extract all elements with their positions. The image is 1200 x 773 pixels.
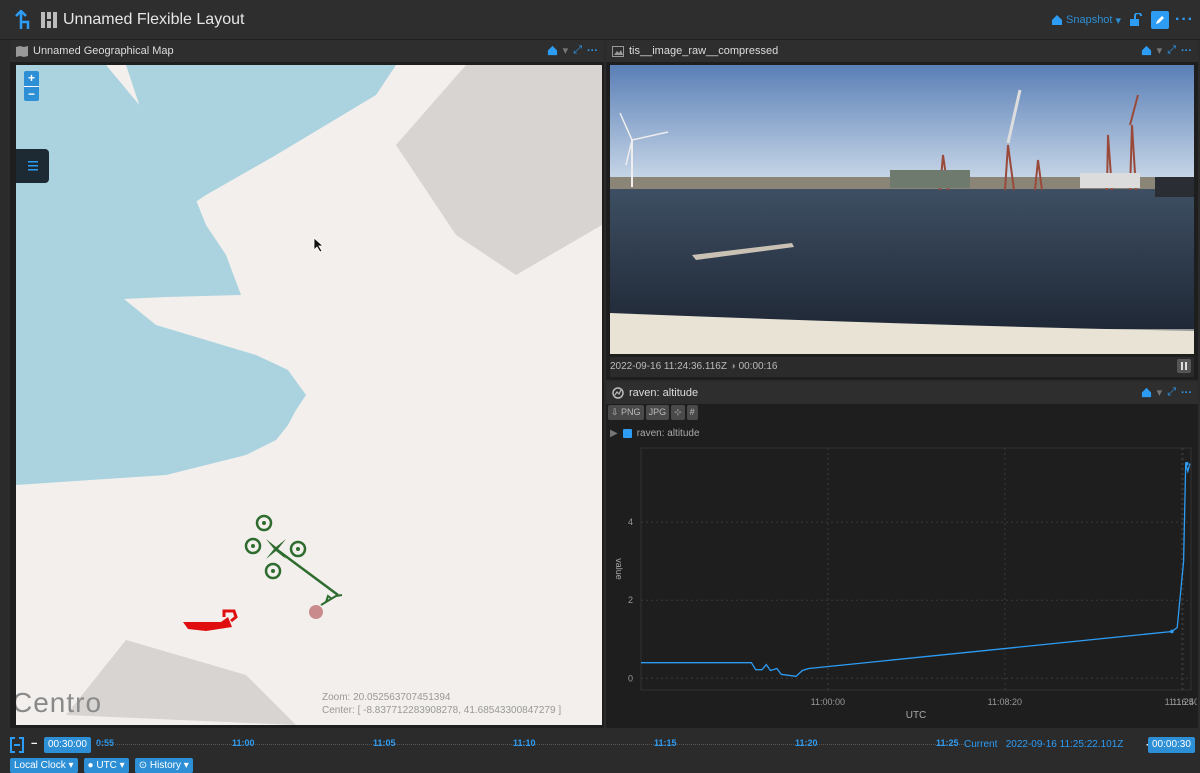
timeline-tick: 11:20 (795, 738, 818, 748)
home-icon (1052, 15, 1062, 25)
crosshair-button[interactable]: ⊹ (671, 405, 685, 420)
plot-panel-title: raven: altitude (629, 387, 699, 399)
edit-button[interactable] (1151, 11, 1170, 29)
cursor-icon (313, 237, 325, 253)
more-icon[interactable]: ··· (1175, 12, 1194, 28)
more-icon[interactable]: ··· (587, 45, 598, 57)
image-icon (612, 45, 624, 57)
image-elapsed: 00:00:16 (738, 361, 778, 372)
map-tiles (16, 65, 602, 725)
more-icon[interactable]: ··· (1181, 45, 1192, 57)
timeline-tick: 11:05 (373, 738, 396, 748)
harbor-photo (610, 65, 1194, 354)
timeline-bar: − 00:30:00 0:55 11:00 11:05 11:10 11:15 … (0, 730, 1200, 773)
expand-icon[interactable]: ⤢ (573, 44, 582, 57)
plot-icon (612, 387, 624, 399)
grid-button[interactable]: # (686, 405, 698, 420)
map-panel-title: Unnamed Geographical Map (33, 45, 174, 57)
expand-icon[interactable]: ⤢ (1167, 386, 1176, 399)
data-point (1170, 629, 1174, 634)
layout-title: Unnamed Flexible Layout (63, 11, 245, 28)
history-button[interactable]: ⊙ History ▾ (134, 758, 193, 773)
expand-arrow-icon[interactable]: ▶ (610, 428, 618, 439)
current-time: Current 2022-09-16 11:25:22.101Z (964, 739, 1123, 750)
timeline-start-tick: 0:55 (96, 738, 115, 748)
unlock-icon (1130, 13, 1143, 26)
altitude-chart[interactable]: 02411:00:00 11:08:20 11:16:4011:25UTCvalue (607, 444, 1197, 724)
current-label: Current (964, 739, 998, 750)
marker-icon (309, 605, 323, 619)
duration-field[interactable]: 00:30:00 (44, 737, 91, 753)
geographical-map[interactable]: + − Centro Zoom: 20.052563707451394 Cent… (16, 65, 602, 725)
map-icon (16, 45, 28, 57)
home-icon[interactable] (547, 45, 558, 56)
chevron-down-icon: ▾ (1115, 14, 1122, 27)
legend-swatch (622, 429, 632, 438)
menu-icon (28, 161, 38, 171)
y-axis-label: value (614, 558, 624, 580)
expand-icon[interactable]: ⤢ (1167, 44, 1176, 57)
camera-image (610, 65, 1194, 354)
current-time-value: 2022-09-16 11:25:22.101Z (1005, 739, 1124, 750)
pause-button[interactable] (1177, 359, 1191, 373)
snapshot-button[interactable]: Snapshot ▾ (1051, 14, 1121, 27)
back-icon[interactable] (14, 10, 30, 30)
image-timestamp: 2022-09-16 11:24:36.116Z ◑ 00:00:16 (610, 361, 778, 372)
image-status-bar: 2022-09-16 11:24:36.116Z ◑ 00:00:16 (610, 357, 1194, 377)
map-panel-header: Unnamed Geographical Map ▾ ⤢ ··· (10, 40, 604, 62)
unlock-button[interactable] (1127, 11, 1145, 29)
plot-legend[interactable]: ▶ raven: altitude (610, 428, 700, 439)
chevron-down-icon[interactable]: ▾ (1157, 44, 1163, 57)
local-clock-button[interactable]: Local Clock ▾ (10, 758, 78, 773)
step-field[interactable]: 00:00:30 (1148, 737, 1195, 753)
plot-toolbar: ⇩ PNG JPG ⊹ # (608, 405, 698, 420)
chevron-down-icon[interactable]: ▾ (563, 44, 569, 57)
x-tick-label: 11:25 (1172, 697, 1194, 707)
image-panel-title: tis__image_raw__compressed (629, 45, 779, 57)
x-axis-label: UTC (906, 710, 927, 721)
pencil-icon (1156, 16, 1165, 24)
map-place-label: Centro (16, 687, 103, 718)
timeline-tick: 11:15 (654, 738, 677, 748)
legend-label: raven: altitude (636, 428, 700, 439)
chevron-down-icon[interactable]: ▾ (1157, 386, 1163, 399)
more-icon[interactable]: ··· (1181, 387, 1192, 399)
top-bar: Unnamed Flexible Layout Snapshot ▾ ··· (0, 0, 1200, 40)
x-tick-label: 11:08:20 (988, 697, 1022, 707)
image-panel-header: tis__image_raw__compressed ▾ ⤢ ··· (606, 40, 1198, 62)
range-bracket-icon[interactable] (10, 737, 24, 753)
zoom-out-button[interactable]: − (24, 86, 39, 101)
map-center-text: Center: [ -8.837712283908278, 41.6854330… (322, 705, 562, 716)
layers-menu-button[interactable] (16, 149, 49, 183)
map-zoom-text: Zoom: 20.052563707451394 (322, 692, 451, 703)
plot-area (640, 447, 1192, 691)
layout-icon (41, 12, 57, 28)
utc-button[interactable]: ● UTC ▾ (83, 758, 129, 773)
data-point (1184, 461, 1189, 466)
zoom-control: + − (24, 71, 39, 101)
plot-panel-header: raven: altitude ▾ ⤢ ··· (606, 382, 1198, 404)
export-png-button[interactable]: ⇩ PNG (608, 405, 644, 420)
minus-button[interactable]: − (31, 738, 37, 750)
y-tick-label: 0 (628, 673, 633, 683)
home-icon[interactable] (1141, 45, 1152, 56)
timeline-tick: 11:25 (936, 738, 959, 748)
timeline-tick: 11:00 (232, 738, 255, 748)
snapshot-label: Snapshot (1066, 14, 1113, 26)
export-jpg-button[interactable]: JPG (645, 405, 670, 420)
zoom-in-button[interactable]: + (24, 71, 39, 86)
clock-icon: ◑ (729, 361, 736, 372)
y-tick-label: 2 (628, 595, 633, 605)
y-tick-label: 4 (628, 517, 633, 527)
x-tick-label: 11:00:00 (811, 697, 845, 707)
home-icon[interactable] (1141, 387, 1152, 398)
timeline-tick: 11:10 (513, 738, 536, 748)
map-info: Zoom: 20.052563707451394 Center: [ -8.83… (322, 691, 561, 717)
